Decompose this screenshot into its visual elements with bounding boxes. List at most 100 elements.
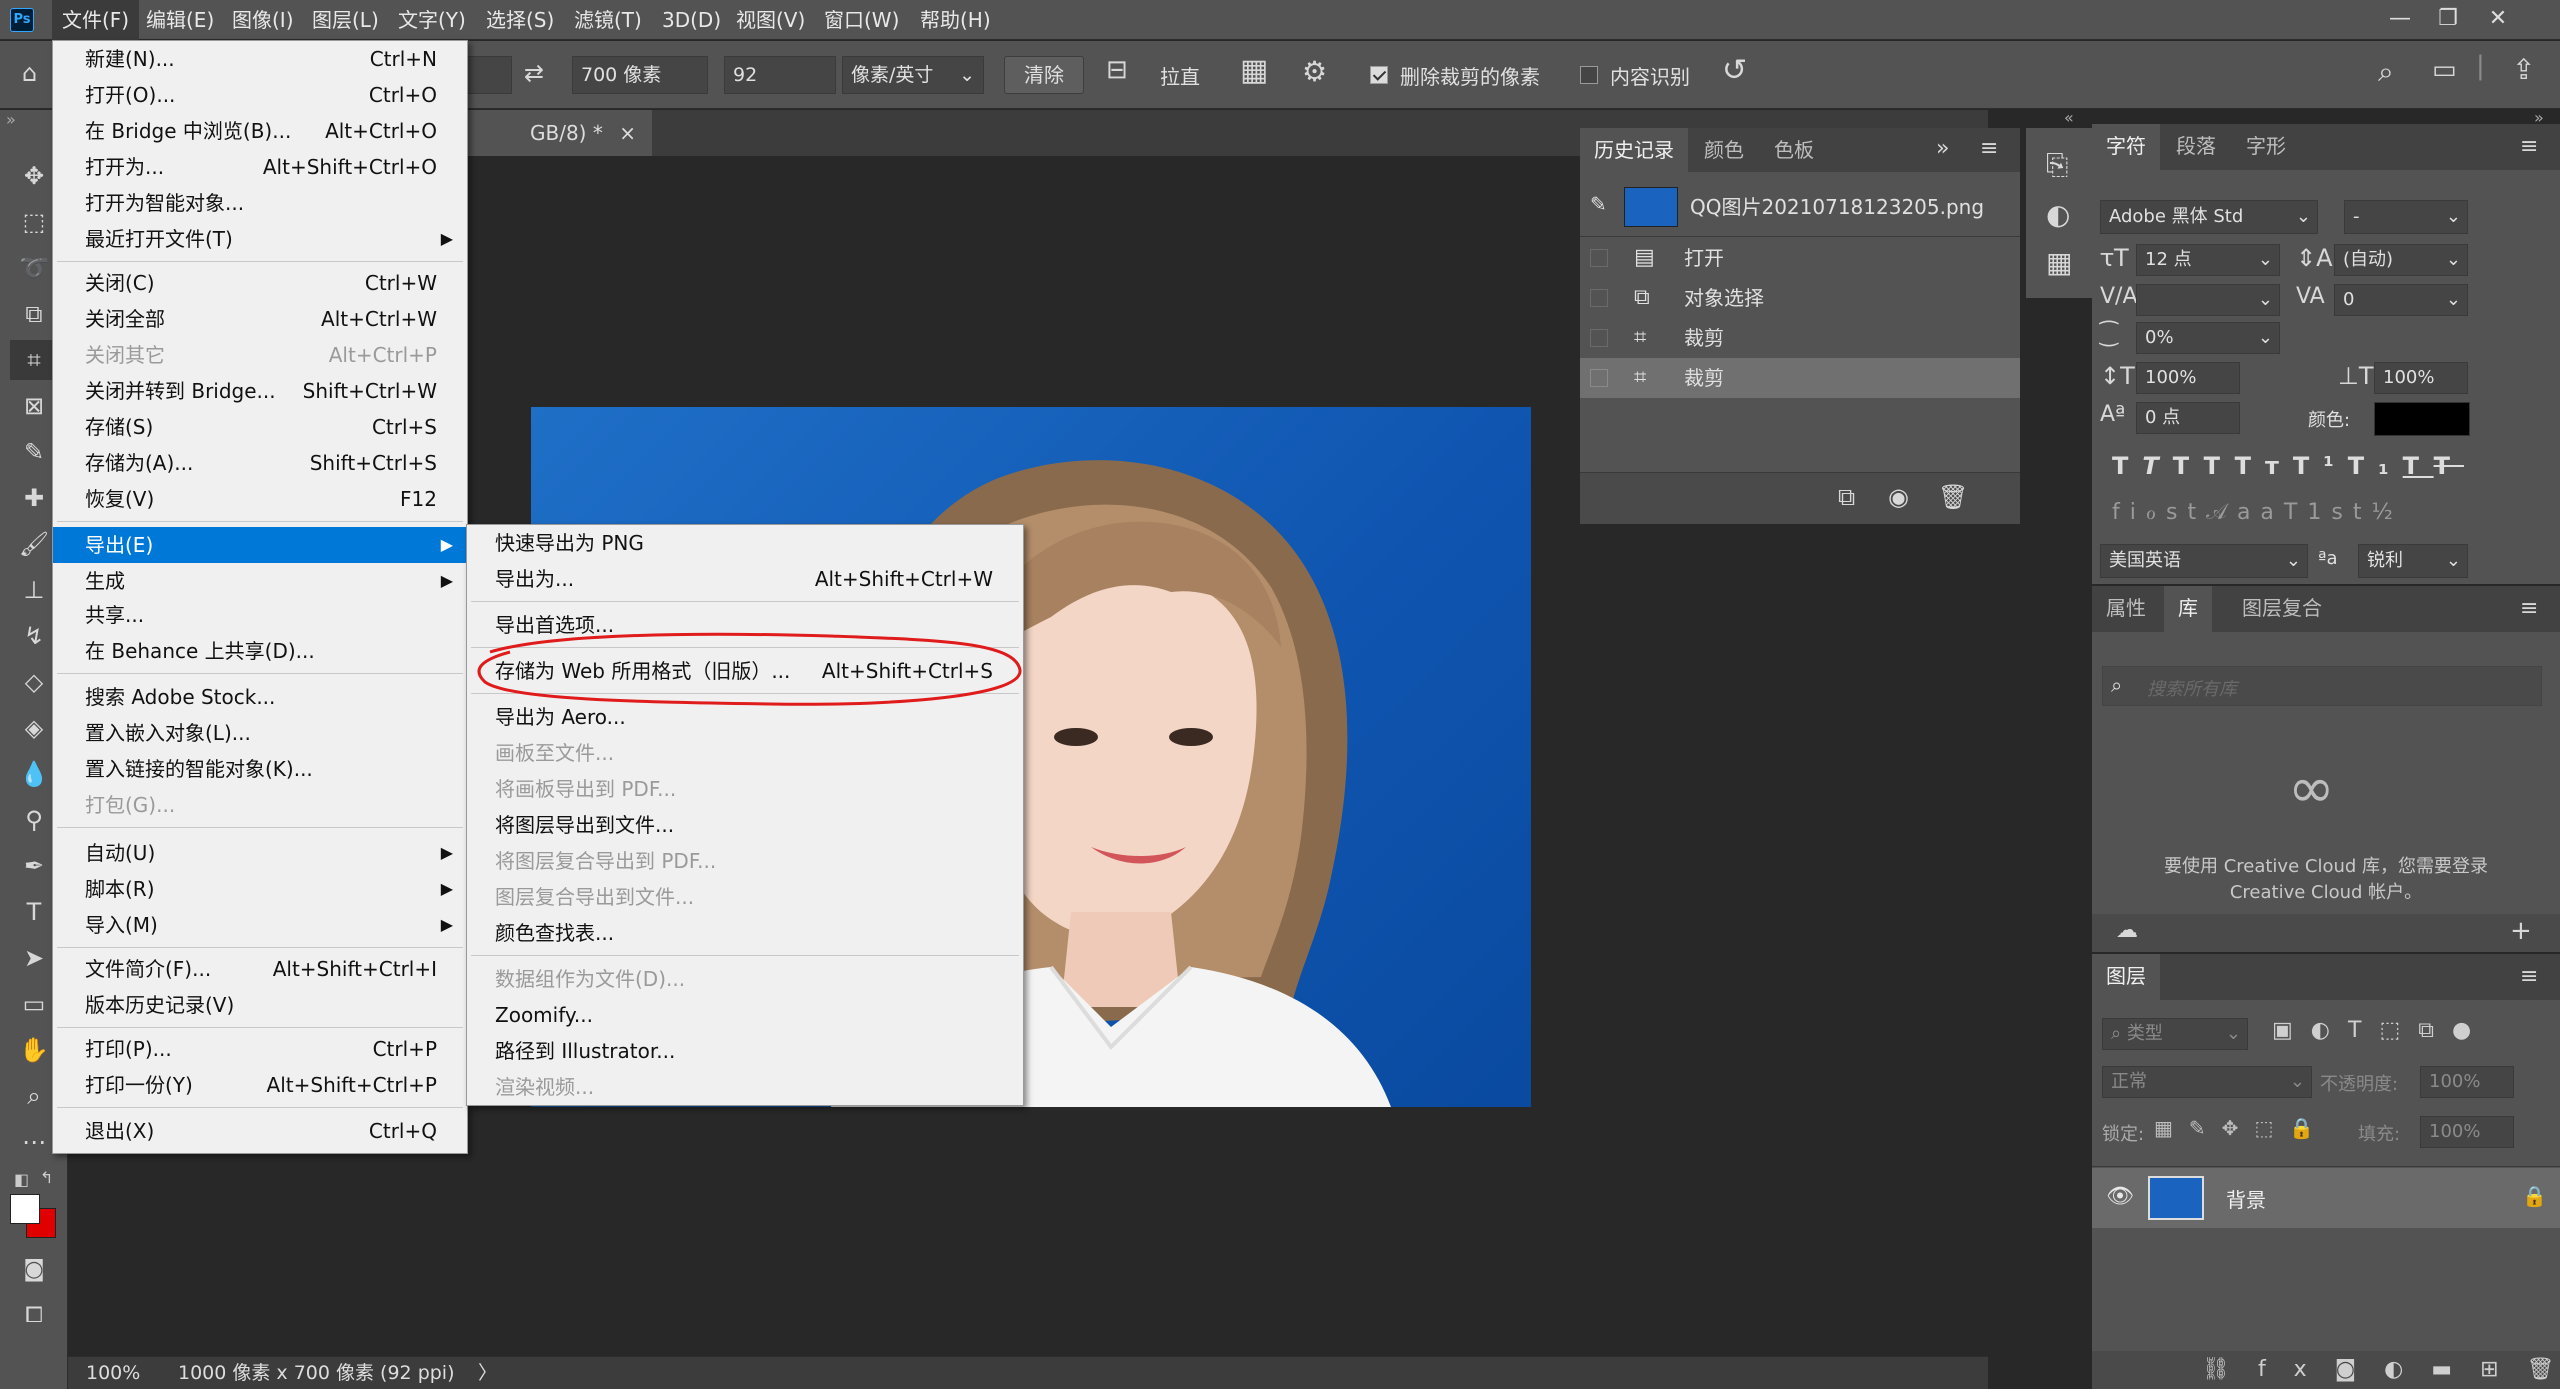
default-colors-icon[interactable]: ◧ [14, 1170, 29, 1189]
font-style-select[interactable]: - ⌄ [2344, 200, 2468, 234]
tab-paragraph[interactable]: 段落 [2162, 124, 2230, 170]
lock-transparent-icon[interactable]: ▦ [2154, 1116, 2189, 1140]
all-caps-icon[interactable]: TT [2173, 452, 2235, 480]
vertical-scale-field[interactable]: 100% [2136, 362, 2240, 394]
menu-item-zoomify[interactable]: Zoomify... [467, 997, 1023, 1033]
menu-filter[interactable]: 滤镜(T) [574, 0, 642, 40]
titling-alternates-icon[interactable]: T [2284, 500, 2307, 525]
path-selection-tool-icon[interactable]: ➤ [10, 938, 58, 978]
step-source-box[interactable] [1590, 369, 1608, 387]
menu-item-open[interactable]: 打开(O)... Ctrl+O [53, 77, 467, 113]
horizontal-scale-field[interactable]: 100% [2374, 362, 2468, 394]
leading-field[interactable]: (自动) ⌄ [2334, 244, 2468, 276]
more-tools-icon[interactable]: ⋯ [10, 1122, 58, 1162]
swash-icon[interactable]: 𝒜 [2206, 500, 2237, 525]
tab-layers[interactable]: 图层 [2092, 954, 2160, 1000]
discretionary-ligatures-icon[interactable]: st [2166, 500, 2206, 525]
contextual-alternates-icon[interactable]: ℴ [2146, 500, 2166, 525]
ligatures-icon[interactable]: fi [2112, 500, 2146, 525]
menu-item-close-all[interactable]: 关闭全部 Alt+Ctrl+W [53, 301, 467, 337]
screen-mode-icon[interactable]: ⧠ [10, 1296, 58, 1336]
library-search-box[interactable]: ⌕ 搜索所有库 [2102, 666, 2542, 706]
opentype-buttons[interactable]: fiℴst𝒜aaT1st½ [2112, 500, 2472, 525]
layer-name[interactable]: 背景 [2226, 1184, 2266, 1213]
menu-type[interactable]: 文字(Y) [398, 0, 466, 40]
swap-dimensions-icon[interactable]: ⇄ [524, 59, 544, 87]
expand-toolbar-icon[interactable]: » [6, 110, 16, 129]
strikethrough-icon[interactable]: T [2434, 452, 2464, 480]
pixel-filter-icon[interactable]: ▣ [2272, 1018, 2311, 1043]
gear-icon[interactable]: ⚙ [1302, 55, 1327, 88]
straighten-icon[interactable]: ⊟ [1106, 55, 1128, 85]
menu-help[interactable]: 帮助(H) [920, 0, 991, 40]
menu-item-exit[interactable]: 退出(X) Ctrl+Q [53, 1113, 467, 1149]
underline-icon[interactable]: T [2403, 452, 2434, 480]
crop-tool-icon[interactable]: ⌗ [10, 340, 58, 380]
type-filter-icon[interactable]: T [2348, 1018, 2379, 1043]
move-tool-icon[interactable]: ✥ [10, 156, 58, 196]
menu-view[interactable]: 视图(V) [736, 0, 805, 40]
hand-tool-icon[interactable]: ✋ [10, 1030, 58, 1070]
panel-menu-icon[interactable]: ≡ [2520, 134, 2538, 159]
search-icon[interactable]: ⌕ [2378, 55, 2394, 89]
menu-item-print-one-copy[interactable]: 打印一份(Y) Alt+Shift+Ctrl+P [53, 1067, 467, 1103]
tracking-field[interactable]: 0 ⌄ [2334, 284, 2468, 316]
menu-layer[interactable]: 图层(L) [312, 0, 379, 40]
close-tab-icon[interactable]: × [619, 121, 636, 145]
history-brush-tool-icon[interactable]: ↯ [10, 616, 58, 656]
link-layers-icon[interactable]: ⛓ [2202, 1357, 2258, 1382]
trash-icon[interactable]: 🗑 [2527, 1357, 2560, 1382]
restore-icon[interactable]: ❐ [2430, 2, 2466, 38]
tab-libraries[interactable]: 库 [2164, 586, 2212, 632]
height-field[interactable]: 700 像素 [572, 56, 708, 94]
width-field[interactable] [466, 56, 512, 94]
dodge-tool-icon[interactable]: ⚲ [10, 800, 58, 840]
tab-layer-comps[interactable]: 图层复合 [2228, 586, 2336, 632]
tab-glyphs[interactable]: 字形 [2232, 124, 2300, 170]
menu-item-search-stock[interactable]: 搜索 Adobe Stock... [53, 679, 467, 715]
layer-filter-buttons[interactable]: ▣◐T⬚⧉● [2272, 1018, 2489, 1043]
tab-color[interactable]: 颜色 [1690, 128, 1758, 172]
minimize-icon[interactable]: — [2382, 2, 2418, 38]
expand-panels-icon[interactable]: « [2064, 108, 2074, 127]
resolution-field[interactable]: 92 [724, 56, 836, 94]
content-aware-checkbox[interactable] [1580, 66, 1598, 84]
menu-3d[interactable]: 3D(D) [662, 0, 721, 40]
marquee-tool-icon[interactable]: ⬚ [10, 202, 58, 242]
resolution-unit-select[interactable]: 像素/英寸 ⌄ [842, 56, 984, 94]
menu-edit[interactable]: 编辑(E) [146, 0, 214, 40]
menu-item-close[interactable]: 关闭(C) Ctrl+W [53, 265, 467, 301]
menu-item-place-linked[interactable]: 置入链接的智能对象(K)... [53, 751, 467, 787]
tsume-field[interactable]: 0% ⌄ [2136, 322, 2280, 354]
superscript-icon[interactable]: T¹ [2293, 452, 2348, 480]
close-icon[interactable]: ✕ [2480, 2, 2516, 38]
menu-item-print[interactable]: 打印(P)... Ctrl+P [53, 1031, 467, 1067]
layer-footer-buttons[interactable]: ⛓fx◙◐▬⊞🗑 [2202, 1357, 2560, 1382]
pen-tool-icon[interactable]: ✒ [10, 846, 58, 886]
tab-character[interactable]: 字符 [2092, 124, 2160, 170]
menu-image[interactable]: 图像(I) [232, 0, 294, 40]
menu-file[interactable]: 文件(F) [52, 0, 140, 40]
swatches-panel-icon[interactable]: ▦ [2046, 246, 2072, 279]
history-step-current[interactable]: ⌗ 裁剪 [1580, 358, 2020, 398]
lock-position-icon[interactable]: ✥ [2222, 1116, 2255, 1140]
share-icon[interactable]: ⇪ [2512, 53, 2535, 86]
zoom-level[interactable]: 100% [86, 1357, 140, 1389]
tab-properties[interactable]: 属性 [2092, 586, 2160, 632]
camera-icon[interactable]: ◉ [1888, 483, 1909, 511]
eraser-tool-icon[interactable]: ◇ [10, 662, 58, 702]
layer-filter-select[interactable]: ⌕ 类型 ⌄ [2102, 1018, 2248, 1050]
delete-cropped-checkbox[interactable] [1370, 66, 1388, 84]
adjustment-filter-icon[interactable]: ◐ [2311, 1018, 2348, 1043]
panel-menu-icon[interactable]: ≡ [2520, 596, 2538, 621]
layer-style-icon[interactable]: fx [2258, 1357, 2335, 1382]
frame-tool-icon[interactable]: ⊠ [10, 386, 58, 426]
workspace-icon[interactable]: ▭ [2432, 55, 2457, 85]
menu-item-quick-export-png[interactable]: 快速导出为 PNG [467, 525, 1023, 561]
menu-item-new[interactable]: 新建(N)... Ctrl+N [53, 41, 467, 77]
trash-icon[interactable]: 🗑 [1938, 483, 1968, 511]
panel-menu-icon[interactable]: ≡ [2520, 964, 2538, 989]
add-mask-icon[interactable]: ◙ [2335, 1357, 2384, 1382]
history-snapshot[interactable]: ✎ QQ图片20210718123205.png [1580, 184, 2020, 230]
menu-item-file-info[interactable]: 文件简介(F)... Alt+Shift+Ctrl+I [53, 951, 467, 987]
